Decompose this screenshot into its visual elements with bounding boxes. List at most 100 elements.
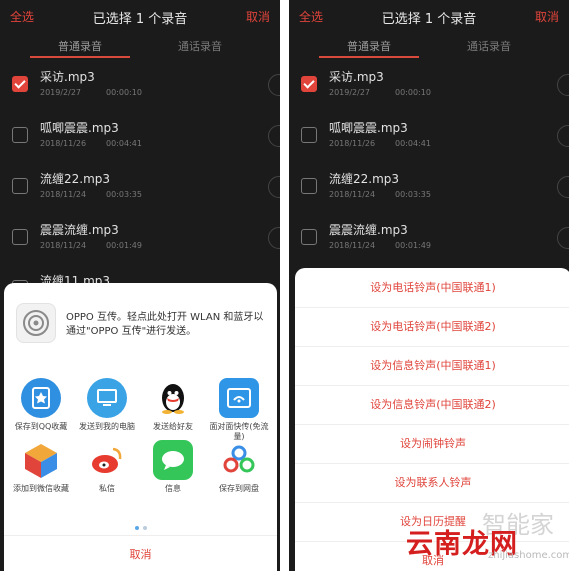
divider	[4, 535, 277, 536]
share-target-qq-favorites[interactable]: 保存到QQ收藏	[8, 378, 74, 432]
weibo-message-icon	[87, 440, 127, 480]
recording-duration: 00:03:35	[395, 190, 431, 199]
list-item[interactable]: 流缠22.mp3 2018/11/24 00:03:35	[0, 164, 280, 215]
cloud-drive-icon	[219, 440, 259, 480]
share-target-label: 发送给好友	[153, 422, 193, 431]
menu-item-message-ringtone-unicom1[interactable]: 设为信息铃声(中国联通1)	[295, 346, 569, 386]
tab-call-recordings[interactable]: 通话录音	[434, 38, 544, 54]
recording-duration: 00:00:10	[395, 88, 431, 97]
share-target-cloud-drive[interactable]: 保存到网盘	[206, 440, 272, 494]
more-options-icon[interactable]	[268, 74, 280, 96]
recording-list: 采访.mp3 2019/2/27 00:00:10 呱唧震震.mp3 2018/…	[0, 62, 280, 317]
recording-name: 震震流缠.mp3	[329, 223, 408, 237]
share-target-label: 保存到QQ收藏	[14, 422, 68, 431]
list-item[interactable]: 呱唧震震.mp3 2018/11/26 00:04:41	[289, 113, 569, 164]
tab-bar: 普通录音 通话录音	[0, 38, 280, 60]
recording-list: 采访.mp3 2019/2/27 00:00:10 呱唧震震.mp3 2018/…	[289, 62, 569, 266]
share-target-qq-friend[interactable]: 发送给好友	[140, 378, 206, 432]
more-options-icon[interactable]	[557, 125, 569, 147]
share-target-wechat-favorites[interactable]: 添加到微信收藏	[8, 440, 74, 494]
oppo-share-description[interactable]: OPPO 互传。轻点此处打开 WLAN 和蓝牙以通过"OPPO 互传"进行发送。	[66, 311, 266, 339]
share-target-label: 保存到网盘	[219, 484, 259, 493]
list-item[interactable]: 流缠22.mp3 2018/11/24 00:03:35	[289, 164, 569, 215]
watermark-url: zhijiashome.com	[488, 550, 569, 561]
top-bar: 全选 已选择 1 个录音 取消	[289, 0, 569, 34]
menu-item-alarm-ringtone[interactable]: 设为闹钟铃声	[295, 424, 569, 464]
qq-penguin-icon	[153, 378, 193, 418]
right-screen: 全选 已选择 1 个录音 取消 普通录音 通话录音 采访.mp3 2019/2/…	[289, 0, 569, 571]
tab-call-recordings[interactable]: 通话录音	[145, 38, 255, 54]
active-tab-indicator	[319, 56, 419, 58]
page-dot	[142, 526, 147, 530]
recording-date: 2018/11/26	[40, 139, 87, 148]
recording-date: 2018/11/24	[40, 190, 87, 199]
list-item[interactable]: 采访.mp3 2019/2/27 00:00:10	[289, 62, 569, 113]
share-target-label: 添加到微信收藏	[13, 484, 69, 493]
recording-duration: 00:04:41	[106, 139, 142, 148]
checkbox[interactable]	[301, 178, 317, 194]
checkbox[interactable]	[12, 178, 28, 194]
left-screen: 全选 已选择 1 个录音 取消 普通录音 通话录音 采访.mp3 2019/2/…	[0, 0, 280, 571]
recording-duration: 00:01:49	[395, 241, 431, 250]
recording-date: 2018/11/26	[329, 139, 376, 148]
wechat-favorites-icon	[21, 440, 61, 480]
recording-duration: 00:04:41	[395, 139, 431, 148]
share-target-messages[interactable]: 信息	[140, 440, 206, 494]
menu-item-contact-ringtone[interactable]: 设为联系人铃声	[295, 463, 569, 503]
list-item[interactable]: 震震流缠.mp3 2018/11/24 00:01:49	[289, 215, 569, 266]
checkbox[interactable]	[301, 127, 317, 143]
share-target-label: 发送到我的电脑	[79, 422, 135, 431]
page-indicator	[4, 515, 277, 534]
checkbox[interactable]	[12, 127, 28, 143]
more-options-icon[interactable]	[268, 227, 280, 249]
recording-duration: 00:03:35	[106, 190, 142, 199]
checkbox[interactable]	[301, 229, 317, 245]
my-computer-icon	[87, 378, 127, 418]
tab-bar: 普通录音 通话录音	[289, 38, 569, 60]
active-tab-indicator	[30, 56, 130, 58]
cancel-selection-button[interactable]: 取消	[246, 8, 270, 25]
page-dot-active	[134, 526, 139, 530]
recording-date: 2018/11/24	[40, 241, 87, 250]
checkbox[interactable]	[12, 76, 28, 92]
recording-date: 2019/2/27	[40, 88, 82, 97]
share-target-face-to-face[interactable]: 面对面快传(免流量)	[206, 378, 272, 442]
tab-normal-recordings[interactable]: 普通录音	[314, 38, 424, 54]
share-cancel-button[interactable]: 取消	[4, 546, 277, 562]
share-target-weibo-message[interactable]: 私信	[74, 440, 140, 494]
share-target-label: 面对面快传(免流量)	[209, 422, 269, 441]
recording-name: 呱唧震震.mp3	[40, 121, 119, 135]
recording-date: 2019/2/27	[329, 88, 371, 97]
oppo-share-icon[interactable]	[16, 303, 56, 343]
share-target-label: 私信	[99, 484, 115, 493]
recording-duration: 00:01:49	[106, 241, 142, 250]
more-options-icon[interactable]	[557, 74, 569, 96]
menu-item-call-ringtone-unicom1[interactable]: 设为电话铃声(中国联通1)	[295, 268, 569, 308]
more-options-icon[interactable]	[557, 227, 569, 249]
share-target-my-computer[interactable]: 发送到我的电脑	[74, 378, 140, 432]
list-item[interactable]: 震震流缠.mp3 2018/11/24 00:01:49	[0, 215, 280, 266]
recording-duration: 00:00:10	[106, 88, 142, 97]
list-item[interactable]: 呱唧震震.mp3 2018/11/26 00:04:41	[0, 113, 280, 164]
share-sheet: OPPO 互传。轻点此处打开 WLAN 和蓝牙以通过"OPPO 互传"进行发送。…	[4, 283, 277, 571]
checkbox[interactable]	[301, 76, 317, 92]
face-to-face-icon	[219, 378, 259, 418]
recording-date: 2018/11/24	[329, 241, 376, 250]
recording-name: 呱唧震震.mp3	[329, 121, 408, 135]
top-bar: 全选 已选择 1 个录音 取消	[0, 0, 280, 34]
recording-name: 采访.mp3	[40, 70, 95, 84]
recording-name: 流缠22.mp3	[329, 172, 400, 186]
selection-title: 已选择 1 个录音	[92, 12, 188, 27]
cancel-selection-button[interactable]: 取消	[535, 8, 559, 25]
more-options-icon[interactable]	[268, 125, 280, 147]
recording-name: 震震流缠.mp3	[40, 223, 119, 237]
recording-date: 2018/11/24	[329, 190, 376, 199]
menu-item-message-ringtone-unicom2[interactable]: 设为信息铃声(中国联通2)	[295, 385, 569, 425]
more-options-icon[interactable]	[268, 176, 280, 198]
tab-normal-recordings[interactable]: 普通录音	[25, 38, 135, 54]
recording-name: 采访.mp3	[329, 70, 384, 84]
menu-item-call-ringtone-unicom2[interactable]: 设为电话铃声(中国联通2)	[295, 307, 569, 347]
list-item[interactable]: 采访.mp3 2019/2/27 00:00:10	[0, 62, 280, 113]
checkbox[interactable]	[12, 229, 28, 245]
more-options-icon[interactable]	[557, 176, 569, 198]
